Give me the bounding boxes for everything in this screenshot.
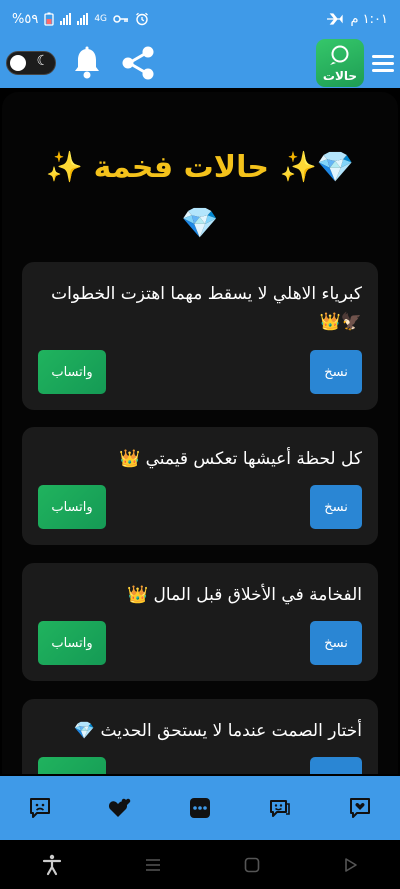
signal-icon-2 xyxy=(77,13,89,25)
menu-icon-bar xyxy=(372,54,394,58)
more-dots-icon xyxy=(190,798,210,818)
copy-button[interactable]: نسخ xyxy=(310,485,362,529)
app-logo: حالات xyxy=(316,39,364,87)
nav-love-status[interactable] xyxy=(100,788,140,828)
recent-apps-icon[interactable] xyxy=(145,858,161,872)
page-title: 💎✨ حالات فخمة ✨💎 xyxy=(45,150,355,241)
status-text: كل لحظة أعيشها تعكس قيمتي 👑 xyxy=(119,449,362,469)
battery-percent: %٥٩ xyxy=(12,11,39,27)
nav-more[interactable] xyxy=(180,788,220,828)
bottom-nav xyxy=(0,776,400,840)
system-nav-bar xyxy=(0,840,400,889)
whatsapp-button[interactable] xyxy=(38,757,106,774)
copy-button[interactable]: نسخ xyxy=(310,350,362,394)
share-icon xyxy=(122,46,154,80)
app-bar: ☾ حالات xyxy=(0,38,400,88)
notification-button[interactable] xyxy=(70,45,104,81)
home-icon[interactable] xyxy=(244,857,260,873)
network-type: 4G xyxy=(94,14,108,24)
whatsapp-button[interactable]: واتساب xyxy=(38,621,106,665)
whatsapp-button[interactable]: واتساب xyxy=(38,485,106,529)
airplane-icon xyxy=(327,13,344,25)
whatsapp-button[interactable]: واتساب xyxy=(38,350,106,394)
status-text: أختار الصمت عندما لا يستحق الحديث 💎 xyxy=(73,721,362,741)
battery-icon xyxy=(44,12,54,26)
logo-chat-icon xyxy=(327,45,353,69)
status-text: الفخامة في الأخلاق قبل المال 👑 xyxy=(126,585,362,605)
back-icon[interactable] xyxy=(343,857,359,873)
happy-chat-icon xyxy=(270,800,290,817)
status-bar: %٥٩ 4G ١:٠١ م xyxy=(0,0,400,38)
status-card: كل لحظة أعيشها تعكس قيمتي 👑 نسخ واتساب xyxy=(22,427,378,545)
hearts-icon xyxy=(108,798,131,817)
status-card: الفخامة في الأخلاق قبل المال 👑 نسخ واتسا… xyxy=(22,563,378,681)
main-content[interactable]: 💎✨ حالات فخمة ✨💎 كبرياء الاهلي لا يسقط م… xyxy=(2,92,398,774)
status-card: أختار الصمت عندما لا يستحق الحديث 💎 xyxy=(22,699,378,774)
menu-icon-bar xyxy=(372,68,394,72)
nav-sad-status[interactable] xyxy=(20,788,60,828)
bell-icon xyxy=(75,46,99,79)
copy-button[interactable] xyxy=(310,757,362,774)
alarm-icon xyxy=(136,12,148,26)
nav-happy-status[interactable] xyxy=(260,788,300,828)
toggle-knob xyxy=(10,55,26,71)
status-time: ١:٠١ م xyxy=(350,11,388,27)
nav-heart-chat[interactable] xyxy=(340,788,380,828)
status-left: %٥٩ 4G xyxy=(12,12,149,27)
dark-mode-toggle[interactable]: ☾ xyxy=(6,51,56,75)
copy-button[interactable]: نسخ xyxy=(310,621,362,665)
logo-text: حالات xyxy=(322,69,358,83)
share-button[interactable] xyxy=(118,43,158,83)
love-chat-icon xyxy=(350,798,370,818)
status-card: كبرياء الاهلي لا يسقط مهما اهتزت الخطوات… xyxy=(22,262,378,410)
sad-face-icon xyxy=(30,798,50,818)
moon-icon: ☾ xyxy=(36,53,49,69)
status-right: ١:٠١ م xyxy=(326,12,388,27)
signal-icon xyxy=(60,13,72,25)
status-text: كبرياء الاهلي لا يسقط مهما اهتزت الخطوات… xyxy=(51,284,362,332)
menu-icon-bar xyxy=(372,61,394,65)
vpn-key-icon xyxy=(113,15,129,23)
menu-button[interactable] xyxy=(372,54,394,72)
accessibility-icon[interactable] xyxy=(42,854,62,876)
